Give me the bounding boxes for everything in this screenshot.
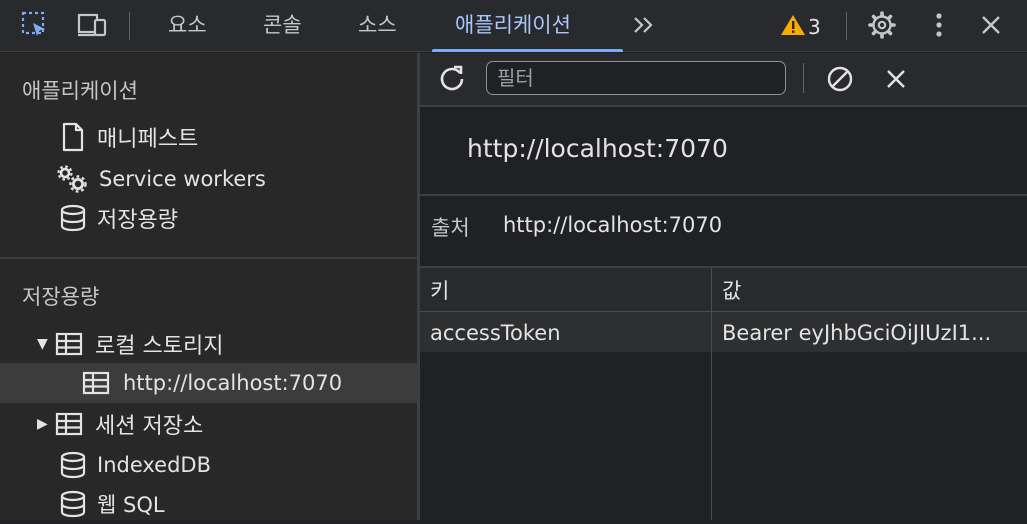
section-divider — [420, 194, 1027, 196]
table-grid-icon — [55, 328, 83, 360]
storage-table: 키 값 accessToken Bearer eyJhbGciOiJIUzI1.… — [420, 268, 1027, 520]
file-icon — [57, 121, 89, 153]
warning-count[interactable]: 3 — [808, 0, 821, 52]
sidebar-item-local-storage[interactable]: ▼ 로컬 스토리지 — [37, 324, 223, 364]
sidebar-item-label: 로컬 스토리지 — [95, 334, 224, 359]
sidebar-item-indexeddb[interactable]: IndexedDB — [57, 445, 211, 485]
filter-input[interactable] — [487, 62, 785, 94]
toolbar-divider — [846, 12, 847, 40]
tab-application[interactable]: 애플리케이션 — [455, 0, 571, 52]
table-header-row: 키 값 — [420, 268, 1027, 312]
toolbar-divider — [129, 12, 130, 40]
clear-all-icon[interactable] — [825, 64, 855, 94]
device-toolbar-icon[interactable] — [77, 10, 107, 40]
tab-elements[interactable]: 요소 — [168, 0, 207, 52]
origin-value: http://localhost:7070 — [503, 213, 723, 237]
inspect-element-icon[interactable] — [20, 10, 50, 40]
more-tabs-icon[interactable] — [629, 10, 659, 40]
more-vertical-icon[interactable] — [924, 10, 954, 40]
sidebar-item-manifest[interactable]: 매니페스트 — [57, 117, 198, 157]
cell-value[interactable]: Bearer eyJhbGciOiJIUzI1... — [712, 312, 1027, 352]
delete-selected-icon[interactable] — [881, 64, 911, 94]
tab-console[interactable]: 콘솔 — [263, 0, 302, 52]
sidebar-item-label: IndexedDB — [97, 453, 211, 477]
sidebar-item-label: http://localhost:7070 — [123, 371, 343, 395]
database-icon — [57, 202, 89, 234]
sidebar-item-label: 웹 SQL — [97, 493, 165, 517]
sidebar-item-session-storage[interactable]: ▶ 세션 저장소 — [37, 404, 203, 444]
tab-sources[interactable]: 소스 — [358, 0, 397, 52]
sidebar-item-service-workers[interactable]: Service workers — [55, 159, 266, 199]
section-divider — [0, 257, 417, 259]
toolbar-divider — [803, 63, 804, 93]
origin-label: 출처 — [431, 216, 470, 240]
sidebar-item-label: 세션 저장소 — [95, 414, 204, 439]
sidebar-item-label: 저장용량 — [97, 208, 178, 233]
expand-triangle-icon[interactable]: ▼ — [37, 336, 51, 352]
sidebar-item-storage[interactable]: 저장용량 — [57, 198, 178, 238]
warning-icon[interactable] — [778, 10, 808, 40]
origin-header: http://localhost:7070 — [467, 134, 728, 163]
gears-icon — [55, 163, 93, 195]
collapse-triangle-icon[interactable]: ▶ — [37, 416, 51, 432]
filter-field[interactable] — [486, 61, 786, 95]
database-icon — [57, 488, 89, 520]
database-icon — [57, 449, 89, 481]
sidebar-item-label: 매니페스트 — [97, 127, 199, 152]
sidebar-item-label: Service workers — [99, 167, 266, 191]
column-divider[interactable] — [711, 268, 712, 520]
table-grid-icon — [81, 367, 111, 399]
cell-key[interactable]: accessToken — [420, 312, 711, 352]
table-grid-icon — [55, 408, 83, 440]
settings-gear-icon[interactable] — [867, 10, 897, 40]
refresh-icon[interactable] — [437, 63, 467, 93]
application-section-title: 애플리케이션 — [22, 79, 138, 103]
close-devtools-icon[interactable] — [976, 10, 1006, 40]
sidebar-item-local-storage-origin[interactable]: http://localhost:7070 — [81, 363, 342, 403]
devtools-toolbar: 요소 콘솔 소스 애플리케이션 3 — [0, 0, 1027, 52]
sidebar-item-websql[interactable]: 웹 SQL — [57, 484, 165, 524]
column-header-value[interactable]: 값 — [712, 268, 1027, 312]
storage-section-title: 저장용량 — [22, 285, 100, 309]
table-row[interactable]: accessToken Bearer eyJhbGciOiJIUzI1... — [420, 312, 1027, 352]
column-header-key[interactable]: 키 — [420, 268, 711, 312]
active-tab-indicator — [432, 49, 623, 52]
